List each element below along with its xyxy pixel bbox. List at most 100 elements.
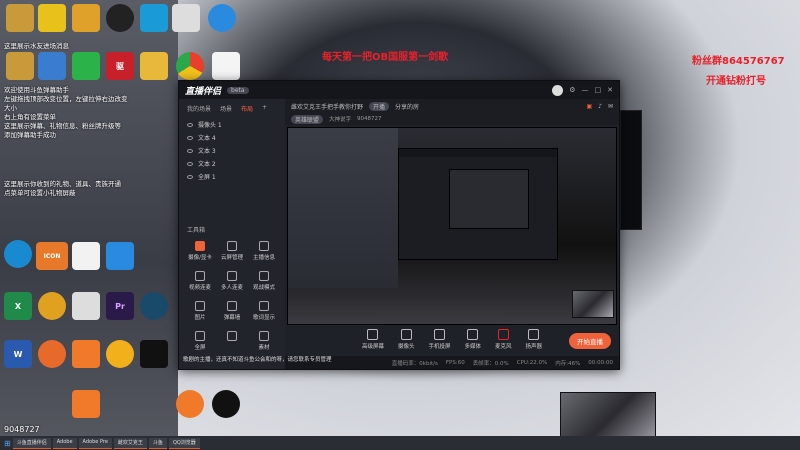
file-icon[interactable] — [72, 292, 100, 320]
qq-icon[interactable] — [72, 242, 100, 270]
close-icon[interactable]: ✕ — [607, 86, 613, 94]
share-link[interactable]: 分享的房 — [395, 102, 419, 111]
game-icon[interactable] — [38, 52, 66, 80]
cat-icon[interactable] — [72, 4, 100, 32]
camera-button[interactable]: 摄像头 — [398, 328, 414, 350]
tool-button[interactable]: 摄像/显卡 — [185, 241, 215, 261]
chrome-icon[interactable] — [38, 292, 66, 320]
excel-icon[interactable]: X — [4, 292, 32, 320]
list-item[interactable]: 文本 4 — [179, 131, 285, 144]
taskbar-item[interactable]: 雌欢艾克王 — [113, 437, 147, 449]
xmind-icon[interactable] — [140, 4, 168, 32]
list-item[interactable]: 文本 3 — [179, 144, 285, 157]
settings-icon[interactable]: ⚙ — [569, 86, 575, 94]
audio-app-icon[interactable] — [38, 4, 66, 32]
taskbar-item[interactable]: QQ浏览器 — [168, 437, 200, 449]
mail-icon[interactable]: ✉ — [608, 103, 613, 110]
info-icon — [259, 241, 269, 251]
tab-scene[interactable]: 场景 — [220, 104, 232, 113]
image-icon — [195, 301, 205, 311]
word-icon[interactable]: W — [4, 340, 32, 368]
avatar[interactable] — [552, 84, 564, 96]
chat-line: 添加弹幕助手成功 — [4, 131, 56, 139]
douyu-icon[interactable] — [72, 390, 100, 418]
app-logo: 直播伴侣 — [185, 86, 222, 97]
app-icon[interactable] — [172, 4, 200, 32]
folder-icon[interactable] — [6, 52, 34, 80]
capcut-icon[interactable] — [140, 340, 168, 368]
tool-button[interactable]: 多人连麦 — [217, 271, 247, 291]
tool-button[interactable]: 主播信息 — [249, 241, 279, 261]
stream-preview[interactable] — [287, 127, 617, 325]
qq-penguin-icon[interactable] — [212, 390, 240, 418]
eye-icon[interactable] — [187, 174, 193, 179]
eye-icon[interactable] — [187, 135, 193, 140]
eye-icon[interactable] — [187, 161, 193, 166]
camera-icon — [195, 241, 205, 251]
eye-icon[interactable] — [187, 148, 193, 153]
minimize-icon[interactable]: — — [582, 86, 589, 94]
tab-layout[interactable]: 布局 — [241, 104, 253, 113]
edge-icon[interactable] — [4, 240, 32, 268]
tool-button[interactable]: 全屏 — [185, 331, 215, 351]
tool-button[interactable]: 弹幕墙 — [217, 301, 247, 321]
more-icon — [227, 331, 237, 341]
list-item[interactable]: 全屏 1 — [179, 170, 285, 183]
kuai-icon[interactable] — [106, 242, 134, 270]
wechat-icon[interactable] — [72, 52, 100, 80]
windows-start-icon[interactable]: ⊞ — [4, 439, 11, 448]
screen-icon — [367, 328, 379, 340]
icon-app-icon[interactable]: ICON — [36, 242, 68, 270]
category-badge[interactable]: 英雄联盟 — [291, 114, 324, 124]
start-stream-button[interactable]: 开始直播 — [569, 333, 611, 349]
qudong-icon[interactable]: 驱 — [106, 52, 134, 80]
room-tag[interactable]: 开播 — [369, 101, 390, 111]
chrome-icon[interactable] — [176, 52, 204, 80]
folder-icon[interactable] — [140, 52, 168, 80]
tool-button[interactable]: 素材 — [249, 331, 279, 351]
add-icon[interactable]: + — [262, 104, 267, 113]
douyu-icon[interactable] — [72, 340, 100, 368]
media-button[interactable]: 多媒体 — [465, 328, 481, 350]
tool-button[interactable] — [217, 331, 247, 343]
orange-app-icon[interactable] — [38, 340, 66, 368]
eye-icon[interactable] — [187, 122, 193, 127]
background-window — [620, 110, 642, 230]
maximize-icon[interactable]: □ — [595, 86, 602, 94]
folder-icon[interactable] — [6, 4, 34, 32]
area-text: 大神说字 — [329, 117, 352, 123]
bell-icon[interactable]: ♪ — [598, 103, 602, 110]
taskbar-item[interactable]: Adobe — [52, 437, 77, 449]
chat-line: 这里展示你收到的礼物、道具、贵族开通 — [4, 180, 121, 188]
speaker-button[interactable]: 扬声器 — [526, 328, 542, 350]
phone-icon — [433, 328, 445, 340]
fan-group-text: 粉丝群864576767 — [692, 56, 785, 67]
clock-icon[interactable] — [106, 4, 134, 32]
streaming-app-window: 直播伴侣 beta ⚙ — □ ✕ 我的场景 场景 布局 + 摄像头 1 文本 … — [178, 80, 620, 370]
list-item[interactable]: 摄像头 1 — [179, 118, 285, 131]
tool-button[interactable]: 歌词显示 — [249, 301, 279, 321]
g-app-icon[interactable] — [106, 340, 134, 368]
tab-my-scene[interactable]: 我的场景 — [187, 104, 211, 113]
tool-button[interactable]: 云屏管理 — [217, 241, 247, 261]
scene-tabs: 我的场景 场景 布局 + — [179, 99, 285, 118]
file-icon[interactable] — [212, 52, 240, 80]
premiere-icon[interactable]: Pr — [106, 292, 134, 320]
origin-icon[interactable] — [176, 390, 204, 418]
screen-button[interactable]: 高级屏幕 — [362, 328, 384, 350]
list-item[interactable]: 文本 2 — [179, 157, 285, 170]
gift-icon[interactable]: ▣ — [586, 103, 592, 110]
taskbar-item[interactable]: Adobe Pre — [78, 437, 112, 449]
tool-button[interactable]: 图片 — [185, 301, 215, 321]
room-title[interactable]: 雌欢艾克王手把手教你打野 — [291, 102, 363, 111]
taskbar-item[interactable]: 斗鱼直播伴侣 — [12, 437, 51, 449]
mic-button[interactable]: 麦克风 — [495, 328, 512, 350]
tool-button[interactable]: 观战模式 — [249, 271, 279, 291]
cloud-icon[interactable] — [208, 4, 236, 32]
status-bar: 直播码率：0kbit/s FPS:60 丢帧率：0.0% CPU:22.0% 内… — [285, 356, 619, 369]
taskbar-item[interactable]: 斗鱼 — [148, 437, 167, 449]
tool-button[interactable]: 视频连麦 — [185, 271, 215, 291]
circle-app-icon[interactable] — [140, 292, 168, 320]
desktop-mirror — [288, 128, 398, 288]
phone-cast-button[interactable]: 手机投屏 — [428, 328, 451, 350]
